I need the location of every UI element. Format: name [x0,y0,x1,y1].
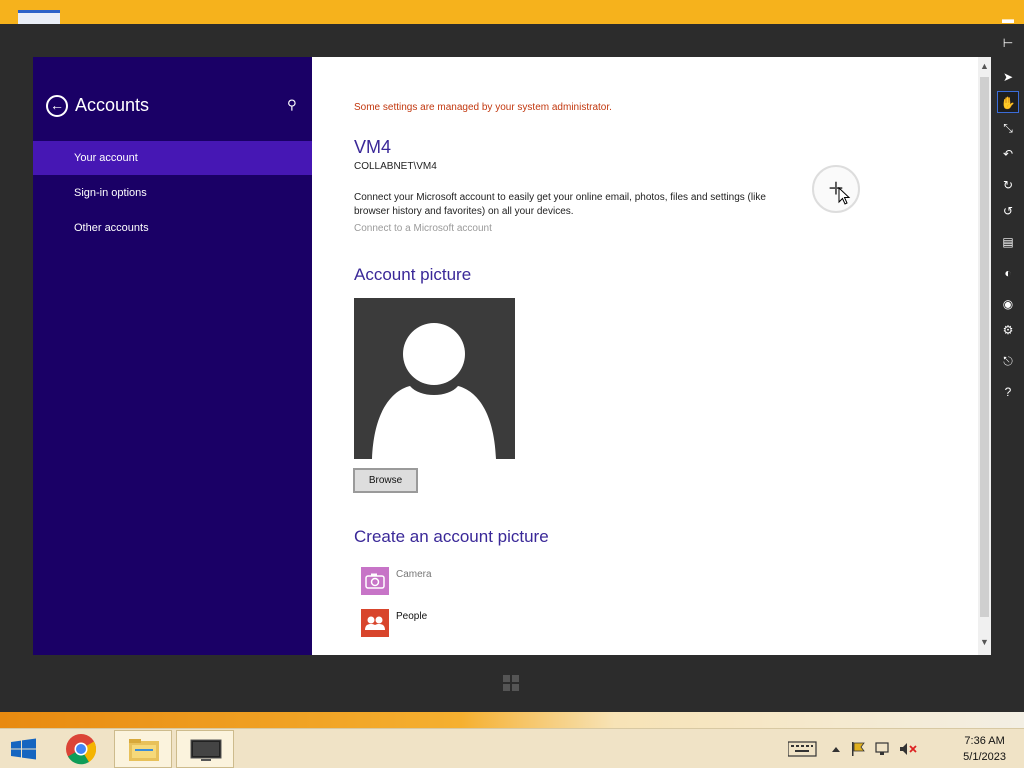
minimize-icon[interactable]: ▬ [997,8,1019,30]
pane-title: Accounts [75,95,150,115]
keyboard-icon[interactable] [787,741,817,757]
search-icon[interactable]: ⚲ [287,97,297,113]
vm-viewer-window: ← Accounts ⚲ Your account Sign-in option… [0,24,1024,712]
remote-desktop-taskbar-button[interactable] [176,730,234,768]
people-label: People [396,611,428,622]
monitor-icon[interactable]: ▤ [997,231,1019,253]
start-button[interactable] [0,730,58,768]
back-button[interactable]: ← [46,95,68,117]
pointer-icon[interactable]: ➤ [997,66,1019,88]
browse-button[interactable]: Browse [353,468,418,493]
account-name: VM4 [354,137,392,157]
people-icon [361,609,389,637]
rotate-counterclockwise-icon[interactable]: ↺ [997,200,1019,222]
remote-desktop-icon [190,739,222,761]
admin-notice: Some settings are managed by your system… [354,102,612,113]
account-picture [354,298,515,459]
plus-icon[interactable]: + [812,165,860,213]
help-icon[interactable]: ? [997,381,1019,403]
vm-toolbar: ▬ ⊢ ➤ ✋ ⤡ ↶ ↻ ↺ ▤ ◐ ◉ ⚙ ⎋ ? [994,8,1022,408]
rotate-gesture-icon[interactable]: ↶ [997,143,1019,165]
network-icon[interactable]: ⎋ [997,350,1019,372]
clock-date: 5/1/2023 [963,751,1006,763]
user-silhouette-icon [372,323,496,459]
settings-nav-pane: ← Accounts ⚲ Your account Sign-in option… [33,57,312,655]
gear-icon[interactable]: ⚙ [997,319,1019,341]
camera-label: Camera [396,569,432,580]
volume-muted-icon[interactable] [900,743,917,755]
create-account-picture-heading: Create an account picture [354,527,549,546]
nav-item-your-account[interactable]: Your account [33,141,312,175]
windows-logo-icon[interactable] [500,672,522,694]
vm-screen: ← Accounts ⚲ Your account Sign-in option… [33,57,991,655]
chrome-taskbar-button[interactable] [52,730,110,768]
account-picture-heading: Account picture [354,265,472,284]
file-explorer-taskbar-button[interactable] [114,730,172,768]
mouse-cursor-icon [838,187,851,205]
camera-toolbar-icon[interactable]: ◉ [997,293,1019,315]
file-explorer-icon [129,739,159,761]
rotate-clockwise-icon[interactable]: ↻ [997,174,1019,196]
nav-item-other-accounts[interactable]: Other accounts [33,211,312,245]
system-tray [787,739,928,759]
show-hidden-icons-icon[interactable] [832,747,840,752]
scroll-thumb[interactable] [980,77,989,617]
windows-start-icon [11,738,36,760]
people-app-item[interactable]: People [361,609,661,637]
hand-icon[interactable]: ✋ [997,91,1019,113]
connect-description: Connect your Microsoft account to easily… [354,192,766,217]
globe-icon[interactable]: ◐ [997,262,1019,284]
taskbar: 7:36 AM 5/1/2023 [0,728,1024,768]
content-scrollbar[interactable]: ▲ ▼ [978,57,991,655]
taskbar-clock[interactable]: 7:36 AM 5/1/2023 [963,733,1006,765]
connect-microsoft-account-link[interactable]: Connect to a Microsoft account [354,223,492,234]
network-tray-icon[interactable] [875,742,889,755]
clock-time: 7:36 AM [964,735,1005,747]
nav-item-sign-in-options[interactable]: Sign-in options [33,176,312,210]
chrome-icon [66,734,97,765]
camera-app-item[interactable]: Camera [361,567,661,595]
settings-content: Some settings are managed by your system… [312,57,991,655]
account-domain: COLLABNET\VM4 [354,161,437,172]
scroll-down-icon[interactable]: ▼ [978,637,991,647]
pin-icon[interactable]: ⊢ [997,32,1019,54]
action-center-flag-icon[interactable] [852,742,865,756]
pinch-icon[interactable]: ⤡ [997,117,1019,139]
scroll-up-icon[interactable]: ▲ [978,61,991,71]
camera-icon [361,567,389,595]
